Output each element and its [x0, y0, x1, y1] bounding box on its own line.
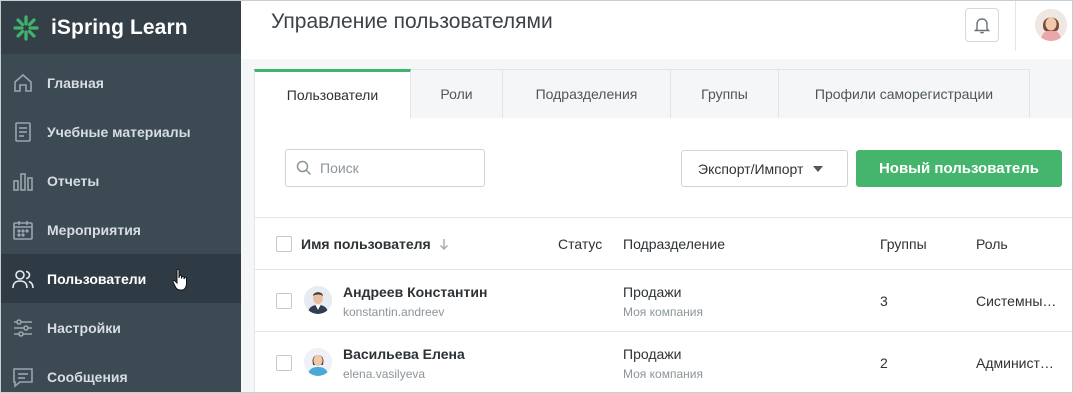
groups-count: 3 — [880, 293, 888, 309]
sort-arrow-down-icon — [439, 239, 448, 250]
sidebar-item-label: Пользователи — [47, 270, 147, 287]
user-avatar-icon — [304, 348, 332, 376]
tab-departments[interactable]: Подразделения — [503, 69, 671, 119]
brand[interactable]: iSpring Learn — [1, 1, 241, 54]
avatar — [304, 348, 332, 376]
search-icon — [296, 160, 312, 176]
users-table: Имя пользователя Статус Подразделение Гр… — [255, 217, 1072, 392]
caret-down-icon — [813, 165, 824, 172]
calendar-icon — [11, 218, 35, 242]
tab-roles[interactable]: Роли — [411, 69, 503, 119]
user-name[interactable]: Андреев Константин — [343, 284, 487, 300]
table-row[interactable]: Васильева Елена elena.vasilyeva Продажи … — [255, 332, 1072, 392]
page-title: Управление пользователями — [271, 10, 553, 33]
users-panel: Экспорт/Импорт Новый пользователь Имя по… — [254, 118, 1072, 392]
export-import-dropdown[interactable]: Экспорт/Импорт — [681, 150, 848, 187]
tab-groups[interactable]: Группы — [671, 69, 779, 119]
sidebar-item-messages[interactable]: Сообщения — [1, 352, 241, 392]
avatar — [304, 286, 332, 314]
tab-users[interactable]: Пользователи — [254, 69, 411, 119]
sidebar-item-label: Мероприятия — [47, 221, 141, 238]
sidebar-item-label: Отчеты — [47, 172, 100, 189]
sidebar-item-label: Сообщения — [47, 368, 128, 385]
sidebar-item-events[interactable]: Мероприятия — [1, 205, 241, 254]
column-header-status[interactable]: Статус — [558, 236, 602, 252]
search-input[interactable] — [320, 160, 470, 176]
search-box[interactable] — [285, 149, 485, 187]
app-window: iSpring Learn Главная Учебные материалы … — [0, 0, 1073, 393]
export-import-label: Экспорт/Импорт — [698, 160, 804, 177]
sidebar-item-home[interactable]: Главная — [1, 58, 241, 107]
user-role: Системный администратор — [976, 293, 1060, 309]
groups-count: 2 — [880, 355, 888, 371]
bell-icon — [974, 18, 990, 34]
brand-name: iSpring Learn — [51, 15, 188, 39]
sliders-icon — [11, 316, 35, 340]
sidebar-item-learning-materials[interactable]: Учебные материалы — [1, 107, 241, 156]
users-icon — [11, 267, 35, 291]
department-name: Продажи — [623, 284, 682, 300]
user-name[interactable]: Васильева Елена — [343, 346, 465, 362]
sidebar-item-label: Учебные материалы — [47, 123, 191, 140]
column-header-department[interactable]: Подразделение — [623, 236, 725, 252]
row-checkbox[interactable] — [276, 293, 292, 309]
user-avatar-icon — [304, 286, 332, 314]
column-header-groups[interactable]: Группы — [880, 236, 927, 252]
organization-name: Моя компания — [623, 305, 703, 319]
organization-name: Моя компания — [623, 367, 703, 381]
user-role: Администратор — [976, 355, 1060, 371]
tabs: Пользователи Роли Подразделения Группы П… — [254, 69, 1072, 119]
new-user-button[interactable]: Новый пользователь — [856, 150, 1062, 187]
bar-chart-icon — [11, 169, 35, 193]
user-login: elena.vasilyeva — [343, 367, 426, 381]
home-icon — [11, 71, 35, 95]
header-divider — [1015, 1, 1016, 51]
sidebar-item-reports[interactable]: Отчеты — [1, 156, 241, 205]
main-content: Пользователи Роли Подразделения Группы П… — [241, 59, 1072, 392]
avatar[interactable] — [1035, 9, 1067, 41]
column-header-label: Имя пользователя — [301, 236, 431, 252]
table-header: Имя пользователя Статус Подразделение Гр… — [255, 217, 1072, 270]
department-name: Продажи — [623, 346, 682, 362]
notifications-button[interactable] — [965, 8, 999, 42]
book-icon — [11, 120, 35, 144]
select-all-checkbox[interactable] — [276, 236, 292, 252]
sidebar-nav: Главная Учебные материалы Отчеты Меропри… — [1, 58, 241, 392]
sidebar: iSpring Learn Главная Учебные материалы … — [1, 1, 241, 392]
hand-cursor-icon — [172, 268, 187, 291]
sidebar-item-label: Настройки — [47, 319, 121, 336]
sidebar-item-settings[interactable]: Настройки — [1, 303, 241, 352]
table-row[interactable]: Андреев Константин konstantin.andreev Пр… — [255, 270, 1072, 332]
row-checkbox[interactable] — [276, 355, 292, 371]
sidebar-item-users[interactable]: Пользователи — [1, 254, 241, 303]
user-avatar-icon — [1035, 9, 1067, 41]
header: Управление пользователями — [241, 1, 1072, 59]
column-header-name[interactable]: Имя пользователя — [301, 236, 449, 252]
ispring-logo-icon — [13, 14, 39, 41]
user-login: konstantin.andreev — [343, 305, 445, 319]
column-header-role[interactable]: Роль — [976, 236, 1008, 252]
sidebar-item-label: Главная — [47, 74, 104, 91]
tab-self-registration-profiles[interactable]: Профили саморегистрации — [779, 69, 1030, 119]
message-icon — [11, 365, 35, 389]
